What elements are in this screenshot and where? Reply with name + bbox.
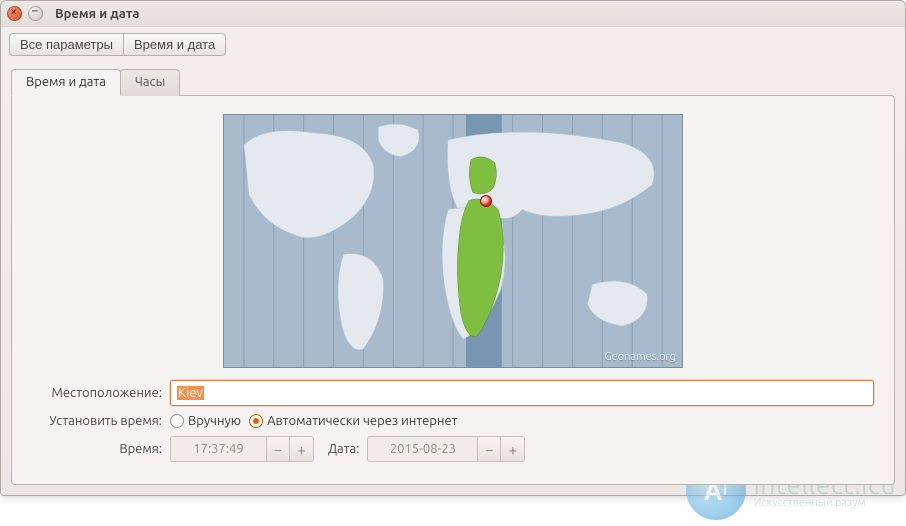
time-value[interactable]: 17:37:49 [170,436,266,462]
date-label: Дата: [328,442,359,456]
all-settings-button[interactable]: Все параметры [9,33,124,56]
radio-icon [249,414,263,428]
location-pin-icon [480,195,492,207]
row-location: Местоположение: Kiev [32,380,874,406]
titlebar: Время и дата [1,1,905,27]
date-value[interactable]: 2015-08-23 [367,436,477,462]
settings-window: Время и дата Все параметры Время и дата … [0,0,906,496]
window-title: Время и дата [55,7,139,21]
radio-auto[interactable]: Автоматически через интернет [249,414,457,428]
radio-manual[interactable]: Вручную [170,414,241,428]
tab-time-and-date[interactable]: Время и дата [11,69,121,96]
tab-page-time-and-date: Geonames.org Местоположение: Kiev Устано… [11,95,895,485]
radio-manual-label: Вручную [188,414,241,428]
close-icon[interactable] [7,6,22,21]
location-input[interactable]: Kiev [170,380,874,406]
location-value: Kiev [177,386,204,400]
watermark-subtitle: Искусственный разум [754,498,896,510]
date-stepper: 2015-08-23 − + [367,436,525,462]
world-map-svg [224,115,682,368]
radio-icon [170,414,184,428]
row-set-time: Установить время: Вручную Автоматически … [32,414,874,428]
date-decrement-button[interactable]: − [477,436,501,462]
timezone-map[interactable]: Geonames.org [223,114,683,368]
time-stepper: 17:37:49 − + [170,436,314,462]
tab-strip: Время и дата Часы [11,68,895,95]
tab-notebook: Время и дата Часы [11,68,895,485]
radio-auto-label: Автоматически через интернет [267,414,457,428]
breadcrumb: Все параметры Время и дата [1,27,905,62]
minimize-icon[interactable] [28,6,43,21]
time-label: Время: [32,442,162,456]
location-label: Местоположение: [32,386,162,400]
breadcrumb-current-button[interactable]: Время и дата [124,33,226,56]
map-attribution: Geonames.org [604,351,676,363]
date-increment-button[interactable]: + [501,436,525,462]
row-time-date: Время: 17:37:49 − + Дата: 2015-08-23 − + [32,436,874,462]
tab-clocks[interactable]: Часы [120,69,180,96]
set-time-label: Установить время: [32,414,162,428]
time-increment-button[interactable]: + [290,436,314,462]
time-decrement-button[interactable]: − [266,436,290,462]
